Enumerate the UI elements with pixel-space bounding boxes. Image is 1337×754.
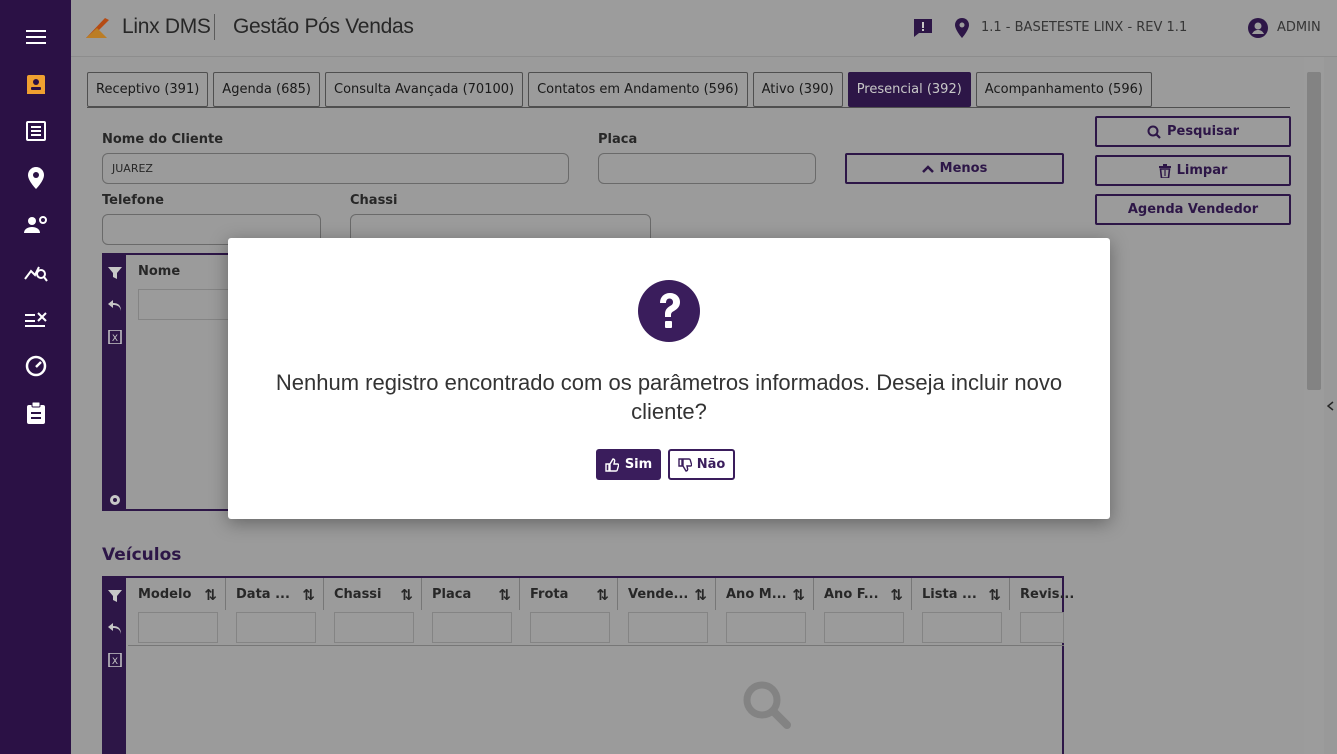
confirm-dialog: Nenhum registro encontrado com os parâme… bbox=[228, 238, 1110, 519]
nao-button-label: Não bbox=[696, 457, 726, 472]
sidebar bbox=[0, 0, 71, 754]
clipboard-icon[interactable] bbox=[0, 393, 71, 433]
menu-icon[interactable] bbox=[0, 17, 71, 57]
nao-button[interactable]: Não bbox=[668, 449, 735, 480]
checklist-icon[interactable] bbox=[0, 299, 71, 339]
sim-button[interactable]: Sim bbox=[596, 449, 661, 480]
speedometer-icon[interactable] bbox=[0, 346, 71, 386]
sim-button-label: Sim bbox=[624, 457, 653, 472]
contact-card-icon[interactable] bbox=[0, 64, 71, 104]
thumbs-up-icon bbox=[605, 457, 619, 472]
thumbs-down-icon bbox=[678, 457, 692, 472]
location-pin-icon[interactable] bbox=[0, 158, 71, 198]
question-mark-icon bbox=[638, 280, 700, 342]
chart-search-icon[interactable] bbox=[0, 252, 71, 292]
user-settings-icon[interactable] bbox=[0, 205, 71, 245]
dialog-message: Nenhum registro encontrado com os parâme… bbox=[275, 370, 1063, 424]
list-icon[interactable] bbox=[0, 111, 71, 151]
